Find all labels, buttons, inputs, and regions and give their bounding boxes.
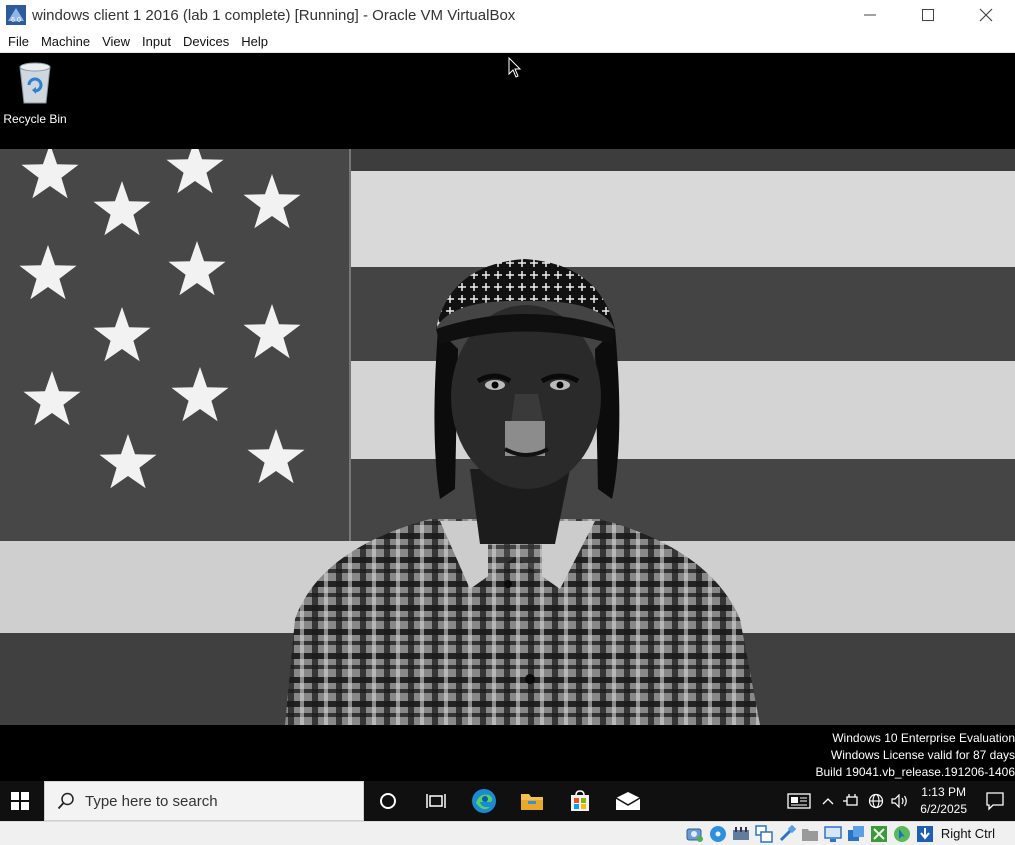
edge-icon — [472, 789, 496, 813]
display-status[interactable] — [823, 824, 843, 844]
display-icon — [824, 825, 843, 842]
close-button[interactable] — [957, 0, 1015, 30]
guest-display[interactable]: Recycle Bin Windows 10 Enterprise Evalua… — [0, 53, 1015, 781]
menu-bar: File Machine View Input Devices Help — [0, 30, 1015, 53]
network-tray-button[interactable] — [864, 781, 888, 821]
watermark-line-3: Build 19041.vb_release.191206-1406 — [815, 765, 1015, 779]
file-explorer-icon — [521, 794, 543, 810]
vm-status-bar: Right Ctrl — [0, 821, 1015, 845]
optical-drive-icon — [710, 825, 727, 842]
edge-button[interactable] — [460, 781, 508, 821]
close-icon — [979, 8, 993, 22]
menu-machine[interactable]: Machine — [35, 30, 96, 53]
store-icon — [571, 790, 589, 811]
power-tray-button[interactable] — [840, 781, 864, 821]
window-title: windows client 1 2016 (lab 1 complete) [… — [32, 6, 516, 24]
task-view-button[interactable] — [412, 781, 460, 821]
minimize-button[interactable] — [841, 0, 899, 30]
volume-tray-button[interactable] — [888, 781, 912, 821]
virtualbox-icon: 6.0 — [6, 5, 26, 25]
audio-status[interactable] — [731, 824, 751, 844]
system-tray: 1:13 PM 6/2/2025 — [782, 781, 1015, 821]
usb-status[interactable] — [777, 824, 797, 844]
search-icon — [57, 792, 74, 810]
news-icon — [787, 793, 811, 809]
network-icon — [755, 824, 774, 843]
clock-time: 1:13 PM — [921, 785, 966, 799]
minimize-icon — [864, 14, 876, 16]
search-input[interactable] — [85, 792, 345, 810]
video-capture-status[interactable] — [846, 824, 866, 844]
cortana-button[interactable] — [364, 781, 412, 821]
hard-disk-icon — [686, 828, 704, 842]
shared-folders-status[interactable] — [800, 824, 820, 844]
windows-watermark: Windows 10 Enterprise Evaluation Windows… — [816, 730, 1015, 781]
mouse-cursor-icon — [508, 57, 522, 78]
optical-drive-status[interactable] — [708, 824, 728, 844]
audio-icon — [733, 826, 750, 840]
desktop-icon-label: Recycle Bin — [3, 112, 67, 126]
show-hidden-icons-button[interactable] — [816, 781, 840, 821]
windows-logo-icon — [11, 792, 29, 810]
guest-additions-icon — [871, 825, 888, 842]
mouse-integration-icon — [894, 825, 911, 842]
store-button[interactable] — [556, 781, 604, 821]
guest-additions-status[interactable] — [869, 824, 889, 844]
usb-icon — [780, 824, 797, 841]
start-button[interactable] — [0, 781, 40, 821]
clock-date: 6/2/2025 — [920, 802, 967, 816]
task-view-icon — [426, 794, 446, 808]
watermark-line-2: Windows License valid for 87 days — [830, 748, 1015, 762]
menu-input[interactable]: Input — [136, 30, 177, 53]
menu-help[interactable]: Help — [235, 30, 274, 53]
taskbar-clock[interactable]: 1:13 PM 6/2/2025 — [912, 784, 975, 818]
power-plug-icon — [843, 794, 858, 806]
desktop-wallpaper — [0, 149, 1015, 725]
hard-disk-status[interactable] — [685, 824, 705, 844]
action-center-button[interactable] — [975, 781, 1015, 821]
chevron-up-icon — [822, 798, 834, 805]
mail-icon — [615, 792, 641, 810]
desktop-icon-recycle-bin[interactable]: Recycle Bin — [2, 59, 68, 126]
speaker-icon — [891, 794, 908, 808]
watermark-line-1: Windows 10 Enterprise Evaluation — [832, 731, 1015, 745]
file-explorer-button[interactable] — [508, 781, 556, 821]
menu-view[interactable]: View — [96, 30, 136, 53]
taskbar: 1:13 PM 6/2/2025 — [0, 781, 1015, 821]
recycle-bin-icon — [19, 62, 51, 104]
svg-text:6.0: 6.0 — [11, 17, 21, 24]
mail-button[interactable] — [604, 781, 652, 821]
taskbar-search[interactable] — [44, 781, 364, 821]
globe-icon — [869, 793, 884, 809]
keyboard-capture-status[interactable] — [915, 824, 935, 844]
menu-devices[interactable]: Devices — [177, 30, 235, 53]
network-status[interactable] — [754, 824, 774, 844]
host-key-label[interactable]: Right Ctrl — [941, 826, 995, 841]
menu-file[interactable]: File — [2, 30, 35, 53]
video-capture-icon — [848, 825, 865, 841]
keyboard-capture-icon — [917, 825, 934, 842]
maximize-icon — [922, 9, 934, 21]
maximize-button[interactable] — [899, 0, 957, 30]
news-button[interactable] — [782, 781, 816, 821]
notification-icon — [986, 792, 1004, 811]
cortana-icon — [380, 793, 396, 809]
shared-folders-icon — [802, 828, 819, 841]
window-titlebar: 6.0 windows client 1 2016 (lab 1 complet… — [0, 0, 1015, 30]
mouse-integration-status[interactable] — [892, 824, 912, 844]
